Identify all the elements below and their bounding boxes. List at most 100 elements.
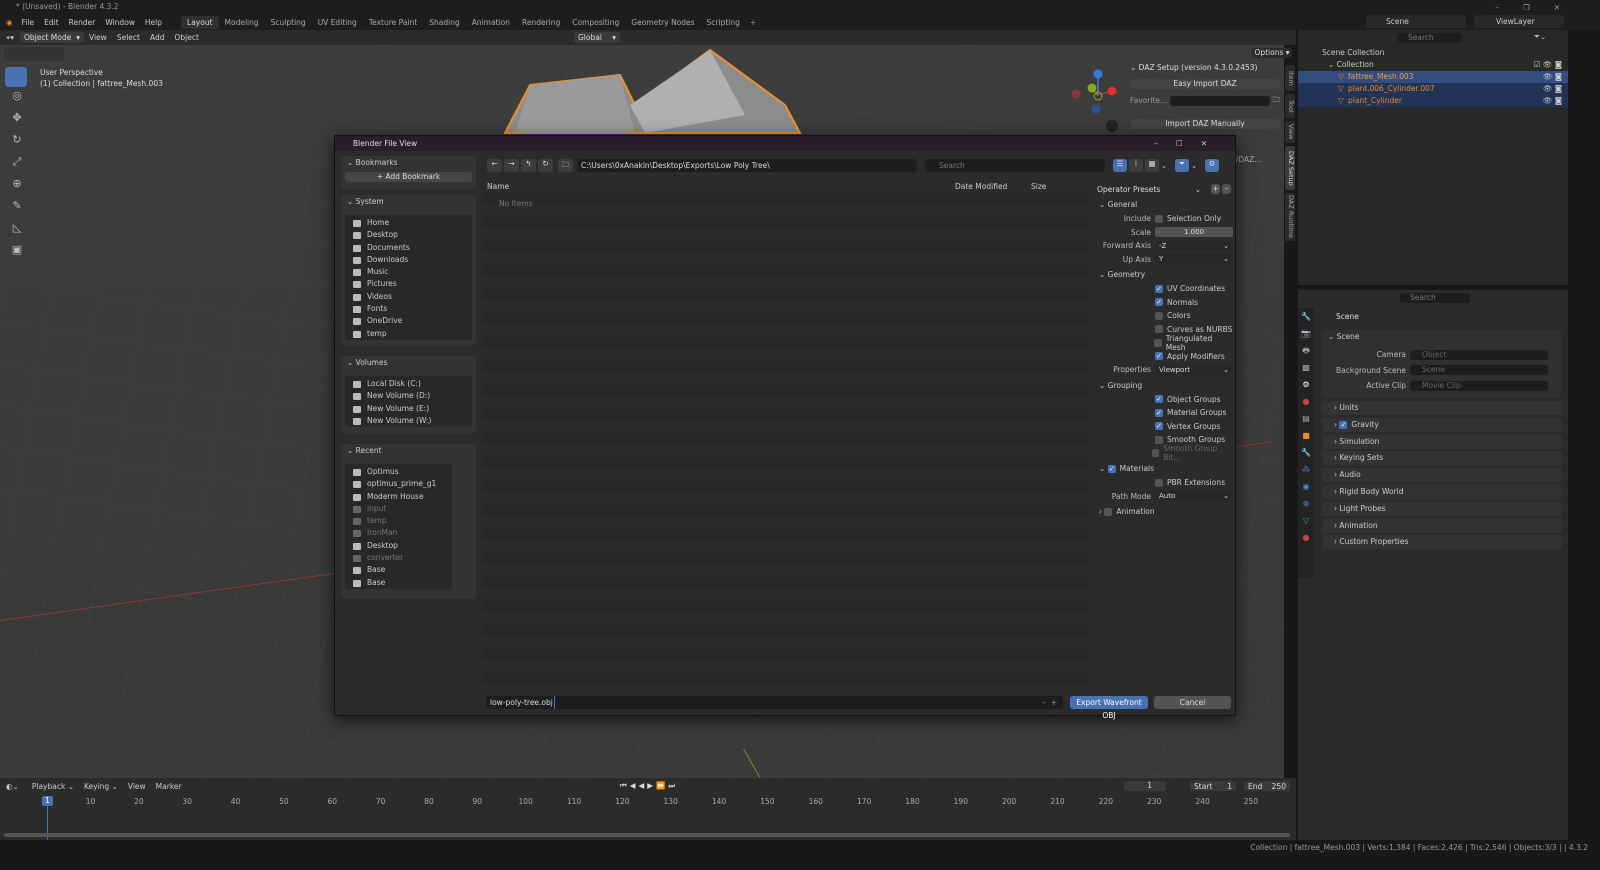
tab-compositing[interactable]: Compositing bbox=[566, 16, 625, 29]
system-item[interactable]: Downloads bbox=[345, 254, 472, 266]
volume-item[interactable]: New Volume (D:) bbox=[345, 390, 472, 402]
volume-item[interactable]: New Volume (W:) bbox=[345, 415, 472, 427]
section-keying-sets[interactable]: › Keying Sets bbox=[1322, 451, 1562, 466]
playhead[interactable]: 1 bbox=[42, 796, 53, 806]
system-item[interactable]: Videos bbox=[345, 291, 472, 303]
navigation-gizmo[interactable] bbox=[1068, 67, 1122, 137]
select-box-tool-icon[interactable] bbox=[5, 67, 27, 87]
sidebar-tab-daz-setup[interactable]: DAZ Setup bbox=[1285, 146, 1295, 190]
system-item[interactable]: temp bbox=[345, 328, 472, 340]
cancel-button[interactable]: Cancel bbox=[1154, 696, 1231, 709]
timeline-scrollbar[interactable] bbox=[4, 833, 1290, 837]
filter-icon[interactable]: ⏷ bbox=[1175, 159, 1189, 172]
volume-item[interactable]: Local Disk (C:) bbox=[345, 378, 472, 390]
recent-item[interactable]: Desktop bbox=[345, 540, 452, 552]
sidebar-tab-item[interactable]: Item bbox=[1285, 65, 1295, 91]
menu-file[interactable]: File bbox=[17, 18, 40, 27]
menu-render[interactable]: Render bbox=[64, 18, 101, 27]
move-tool-icon[interactable]: ✥ bbox=[5, 111, 29, 133]
volumes-header[interactable]: ⌄ Volumes bbox=[341, 356, 476, 370]
viewport-menu-add[interactable]: Add bbox=[145, 33, 170, 42]
checkbox[interactable] bbox=[1155, 311, 1163, 320]
checkbox[interactable] bbox=[1153, 338, 1162, 347]
column-name[interactable]: Name bbox=[483, 182, 955, 191]
bookmarks-header[interactable]: ⌄ Bookmarks bbox=[341, 156, 476, 170]
recent-item[interactable]: Optimus bbox=[345, 466, 452, 478]
section-units[interactable]: › Units bbox=[1322, 401, 1562, 415]
outliner-object-row[interactable]: ▽ fattree_Mesh.003 👁 ◙ bbox=[1298, 71, 1568, 83]
sidebar-tab-view[interactable]: View bbox=[1285, 121, 1295, 143]
outliner-object-row[interactable]: ▽ plant.006_Cylinder.007 👁 ◙ bbox=[1298, 83, 1568, 95]
section-gravity[interactable]: › ✓ Gravity bbox=[1322, 417, 1562, 432]
viewport-menu-object[interactable]: Object bbox=[169, 33, 203, 42]
measure-tool-icon[interactable]: ◺ bbox=[5, 221, 29, 243]
add-preset-button[interactable]: + bbox=[1211, 184, 1220, 194]
thumbnails-icon[interactable]: ▦ bbox=[1145, 159, 1159, 172]
properties-tabs[interactable]: 🔧 📷 🖶 ▩ ⚙ ● ▤ ■ 🔧 ⁂ ◉ ⊗ ▽ ● bbox=[1298, 308, 1314, 578]
timeline-ruler[interactable]: 1 10 20 30 40 50 60 70 80 90 100 110 120 130 140 150 16… bbox=[0, 778, 1296, 840]
section-light-probes[interactable]: › Light Probes bbox=[1322, 501, 1562, 516]
daz-dropdown-partial[interactable]: D/DAZ... bbox=[1230, 155, 1280, 164]
section-animation[interactable]: › Animation bbox=[1322, 518, 1562, 533]
scene-collection-row[interactable]: Scene Collection bbox=[1298, 47, 1568, 59]
system-item[interactable]: Home bbox=[345, 217, 472, 229]
tab-rendering[interactable]: Rendering bbox=[516, 16, 566, 29]
checkbox[interactable] bbox=[1155, 435, 1163, 444]
transform-tool-icon[interactable]: ⊕ bbox=[5, 177, 29, 199]
orientation-dropdown[interactable]: Global ▾ bbox=[574, 32, 620, 43]
materials-checkbox[interactable]: ✓ bbox=[1107, 465, 1116, 473]
select-mode-buttons[interactable] bbox=[4, 47, 64, 61]
selected-tree-mesh[interactable] bbox=[495, 45, 805, 135]
checkbox[interactable]: ✓ bbox=[1155, 284, 1163, 293]
checkbox[interactable]: ✓ bbox=[1155, 422, 1163, 431]
editor-type-icon[interactable]: ⌖▾ bbox=[0, 33, 20, 43]
recent-item[interactable]: IronMan bbox=[345, 527, 452, 539]
tab-animation[interactable]: Animation bbox=[466, 16, 516, 29]
blender-logo-icon[interactable]: ◉ bbox=[0, 18, 17, 27]
option-row[interactable]: Triangulated Mesh bbox=[1093, 334, 1233, 352]
sidebar-tab-tool[interactable]: Tool bbox=[1285, 94, 1295, 118]
volume-item[interactable]: New Volume (E:) bbox=[345, 403, 472, 415]
options-dropdown[interactable]: Options ▾ bbox=[1252, 48, 1292, 58]
outliner-search[interactable]: Search bbox=[1398, 33, 1462, 43]
display-chevron-icon[interactable]: ⌄ bbox=[1161, 161, 1173, 170]
system-header[interactable]: ⌄ System bbox=[341, 195, 476, 209]
menu-help[interactable]: Help bbox=[140, 18, 167, 27]
grouping-header[interactable]: ⌄ Grouping bbox=[1093, 379, 1233, 393]
option-row[interactable]: ✓ Vertex Groups bbox=[1093, 420, 1233, 434]
menu-edit[interactable]: Edit bbox=[39, 18, 64, 27]
section-custom-properties[interactable]: › Custom Properties bbox=[1322, 535, 1562, 550]
option-row[interactable]: Colors bbox=[1093, 309, 1233, 323]
properties-search[interactable]: Search bbox=[1400, 293, 1470, 303]
geometry-header[interactable]: ⌄ Geometry bbox=[1093, 268, 1233, 282]
file-list[interactable]: No Items bbox=[483, 193, 1087, 689]
scene-section-header[interactable]: ⌄ Scene bbox=[1322, 330, 1562, 344]
animation-checkbox[interactable] bbox=[1104, 508, 1113, 516]
forward-icon[interactable]: → bbox=[504, 159, 519, 172]
checkbox[interactable] bbox=[1151, 449, 1160, 458]
parent-directory-icon[interactable]: ↰ bbox=[521, 159, 536, 172]
tab-texture-paint[interactable]: Texture Paint bbox=[363, 16, 423, 29]
settings-gear-icon[interactable]: ⚙ bbox=[1205, 159, 1219, 172]
dialog-window-controls[interactable]: –☐✕ bbox=[1154, 136, 1225, 151]
import-daz-manually-button[interactable]: Import DAZ Manually bbox=[1130, 119, 1280, 129]
checkbox[interactable]: ✓ bbox=[1155, 352, 1163, 361]
active-clip-field[interactable]: Movie Clip bbox=[1410, 380, 1548, 391]
back-icon[interactable]: ← bbox=[487, 159, 502, 172]
visibility-icons[interactable]: 👁 ◙ bbox=[1543, 95, 1562, 107]
option-row[interactable]: ✓ Material Groups bbox=[1093, 406, 1233, 420]
pbr-extensions-checkbox[interactable] bbox=[1155, 478, 1163, 487]
up-axis-dropdown[interactable]: Y ⌄ bbox=[1155, 254, 1233, 265]
export-wavefront-obj-button[interactable]: Export Wavefront OBJ bbox=[1070, 696, 1148, 720]
system-item[interactable]: Pictures bbox=[345, 278, 472, 290]
annotate-tool-icon[interactable]: ✎ bbox=[5, 199, 29, 221]
favorite-field[interactable] bbox=[1170, 95, 1270, 106]
collection-row[interactable]: ⌄ Collection ☑ 👁 ◙ bbox=[1298, 59, 1568, 71]
menu-window[interactable]: Window bbox=[100, 18, 140, 27]
rotate-tool-icon[interactable]: ↻ bbox=[5, 133, 29, 155]
system-item[interactable]: OneDrive bbox=[345, 315, 472, 327]
maximize-icon[interactable]: ❐ bbox=[1523, 3, 1530, 12]
cursor-tool-icon[interactable]: ◎ bbox=[5, 89, 29, 111]
add-cube-tool-icon[interactable]: ▣ bbox=[5, 243, 29, 265]
tab-uv-editing[interactable]: UV Editing bbox=[312, 16, 363, 29]
